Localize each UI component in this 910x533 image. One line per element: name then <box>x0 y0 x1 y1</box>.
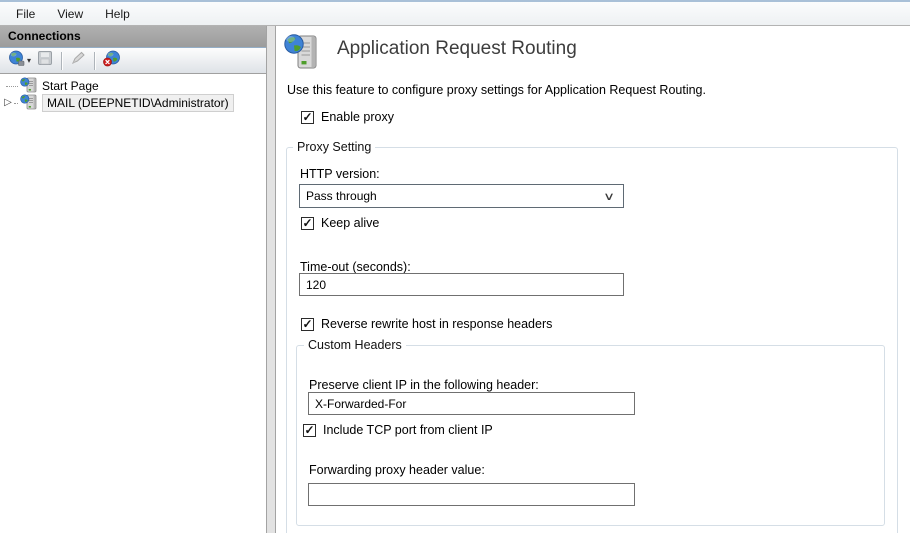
keep-alive-row: ✓ Keep alive <box>301 216 379 230</box>
tree-item-server[interactable]: ▷ MAIL (DEEPNETID\Administrator) <box>2 94 234 112</box>
server-globe-icon <box>20 94 37 113</box>
save-button-disabled[interactable] <box>34 50 56 72</box>
toolbar-separator <box>61 52 62 70</box>
page-description: Use this feature to configure proxy sett… <box>287 83 706 97</box>
enable-proxy-checkbox[interactable]: ✓ <box>301 111 314 124</box>
menu-view[interactable]: View <box>46 3 94 25</box>
feature-page: Application Request Routing Use this fea… <box>276 26 910 533</box>
keep-alive-checkbox[interactable]: ✓ <box>301 217 314 230</box>
globe-delete-icon <box>103 50 121 72</box>
include-tcp-port-checkbox[interactable]: ✓ <box>303 424 316 437</box>
tree-connector <box>14 103 18 104</box>
enable-proxy-row: ✓ Enable proxy <box>301 110 394 124</box>
caret-down-icon: ▾ <box>27 56 31 65</box>
tree-item-label-selected: MAIL (DEEPNETID\Administrator) <box>42 94 234 112</box>
panel-splitter[interactable] <box>266 26 276 533</box>
timeout-label: Time-out (seconds): <box>300 260 411 274</box>
application-request-routing-icon <box>284 33 320 76</box>
include-tcp-port-label: Include TCP port from client IP <box>323 423 493 437</box>
connections-toolbar: ▾ <box>0 47 266 74</box>
forwarding-proxy-label: Forwarding proxy header value: <box>309 463 485 477</box>
http-version-dropdown[interactable]: Pass through ∨ <box>299 184 624 208</box>
menu-file[interactable]: File <box>5 3 46 25</box>
http-version-label: HTTP version: <box>300 167 380 181</box>
http-version-value: Pass through <box>306 189 605 203</box>
tree-connector <box>6 86 18 87</box>
timeout-input[interactable] <box>299 273 624 296</box>
tree-item-label: Start Page <box>42 79 99 93</box>
keep-alive-label: Keep alive <box>321 216 379 230</box>
toolbar-separator <box>94 52 95 70</box>
forwarding-proxy-input[interactable] <box>308 483 635 506</box>
reverse-rewrite-label: Reverse rewrite host in response headers <box>321 317 552 331</box>
tree-item-start-page[interactable]: Start Page <box>6 77 99 95</box>
menu-help[interactable]: Help <box>94 3 141 25</box>
connections-panel-header: Connections <box>0 26 266 47</box>
include-tcp-port-row: ✓ Include TCP port from client IP <box>303 423 493 437</box>
connections-tree: Start Page ▷ MAIL (DEEPNETID\Administrat <box>0 74 266 533</box>
menu-bar: File View Help <box>0 0 910 26</box>
enable-proxy-label: Enable proxy <box>321 110 394 124</box>
edit-icon <box>70 50 86 71</box>
proxy-setting-legend: Proxy Setting <box>293 140 375 154</box>
chevron-down-icon: ∨ <box>603 190 615 203</box>
edit-button-disabled[interactable] <box>67 50 89 72</box>
page-title: Application Request Routing <box>337 38 577 60</box>
expander-icon[interactable]: ▷ <box>2 98 14 108</box>
save-icon <box>37 50 53 71</box>
iis-manager-window: File View Help Connections ▾ <box>0 0 910 533</box>
preserve-client-ip-input[interactable] <box>308 392 635 415</box>
connect-dropdown-button[interactable]: ▾ <box>5 50 34 72</box>
custom-headers-legend: Custom Headers <box>304 338 406 352</box>
preserve-client-ip-label: Preserve client IP in the following head… <box>309 378 539 392</box>
delete-connection-button[interactable] <box>100 50 124 72</box>
reverse-rewrite-checkbox[interactable]: ✓ <box>301 318 314 331</box>
reverse-rewrite-row: ✓ Reverse rewrite host in response heade… <box>301 317 552 331</box>
globe-connect-icon <box>8 50 25 72</box>
